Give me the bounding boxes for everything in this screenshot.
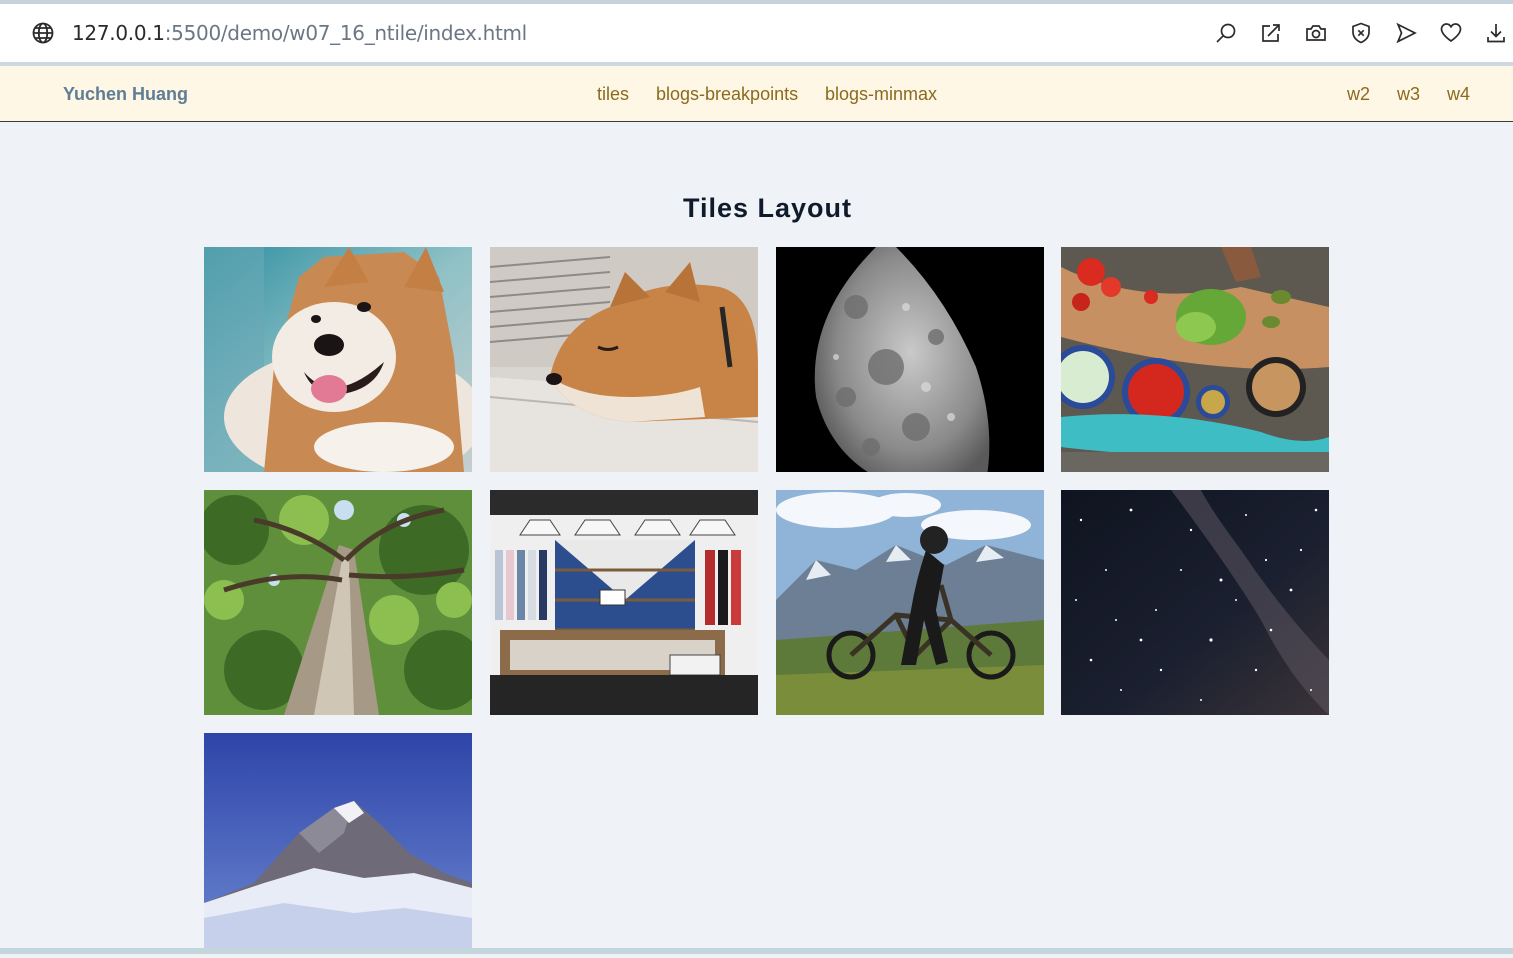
url-host: 127.0.0.1 [72,21,165,45]
tree-trunk-image [204,490,472,715]
nav-link-w2[interactable]: w2 [1347,83,1370,105]
page-title: Tiles Layout [682,193,853,223]
share-icon[interactable] [1257,19,1285,47]
send-icon[interactable] [1392,19,1420,47]
shiba-inu-smiling-image [204,247,472,472]
nav-link-blogs-breakpoints[interactable]: blogs-breakpoints [656,83,798,105]
nav-link-tiles[interactable]: tiles [597,83,629,105]
clothing-store-image [490,490,758,715]
download-icon[interactable] [1482,19,1510,47]
shield-icon[interactable] [1347,19,1375,47]
shiba-inu-sleeping-image [490,247,758,472]
brand-link[interactable]: Yuchen Huang [63,83,188,105]
url-path: :5500/demo/w07_16_ntile/index.html [164,21,528,45]
camera-icon[interactable] [1302,19,1330,47]
nav-link-w4[interactable]: w4 [1447,83,1470,105]
heart-icon[interactable] [1437,19,1465,47]
search-icon[interactable] [1212,19,1240,47]
window-bottom-edge [0,948,1513,954]
globe-icon[interactable] [31,21,55,45]
site-navbar: Yuchen Huang tiles blogs-breakpoints blo… [0,66,1513,122]
url-text[interactable]: 127.0.0.1:5500/demo/w07_16_ntile/index.h… [72,21,527,45]
browser-address-bar[interactable]: 127.0.0.1:5500/demo/w07_16_ntile/index.h… [0,4,1513,62]
starry-night-sky-image [1061,490,1329,715]
half-moon-image [776,247,1044,472]
mountain-biker-image [776,490,1044,715]
cooking-vegetables-image [1061,247,1329,472]
nav-link-w3[interactable]: w3 [1397,83,1420,105]
nav-link-blogs-minmax[interactable]: blogs-minmax [825,83,937,105]
snowy-mountain-image [204,733,472,958]
